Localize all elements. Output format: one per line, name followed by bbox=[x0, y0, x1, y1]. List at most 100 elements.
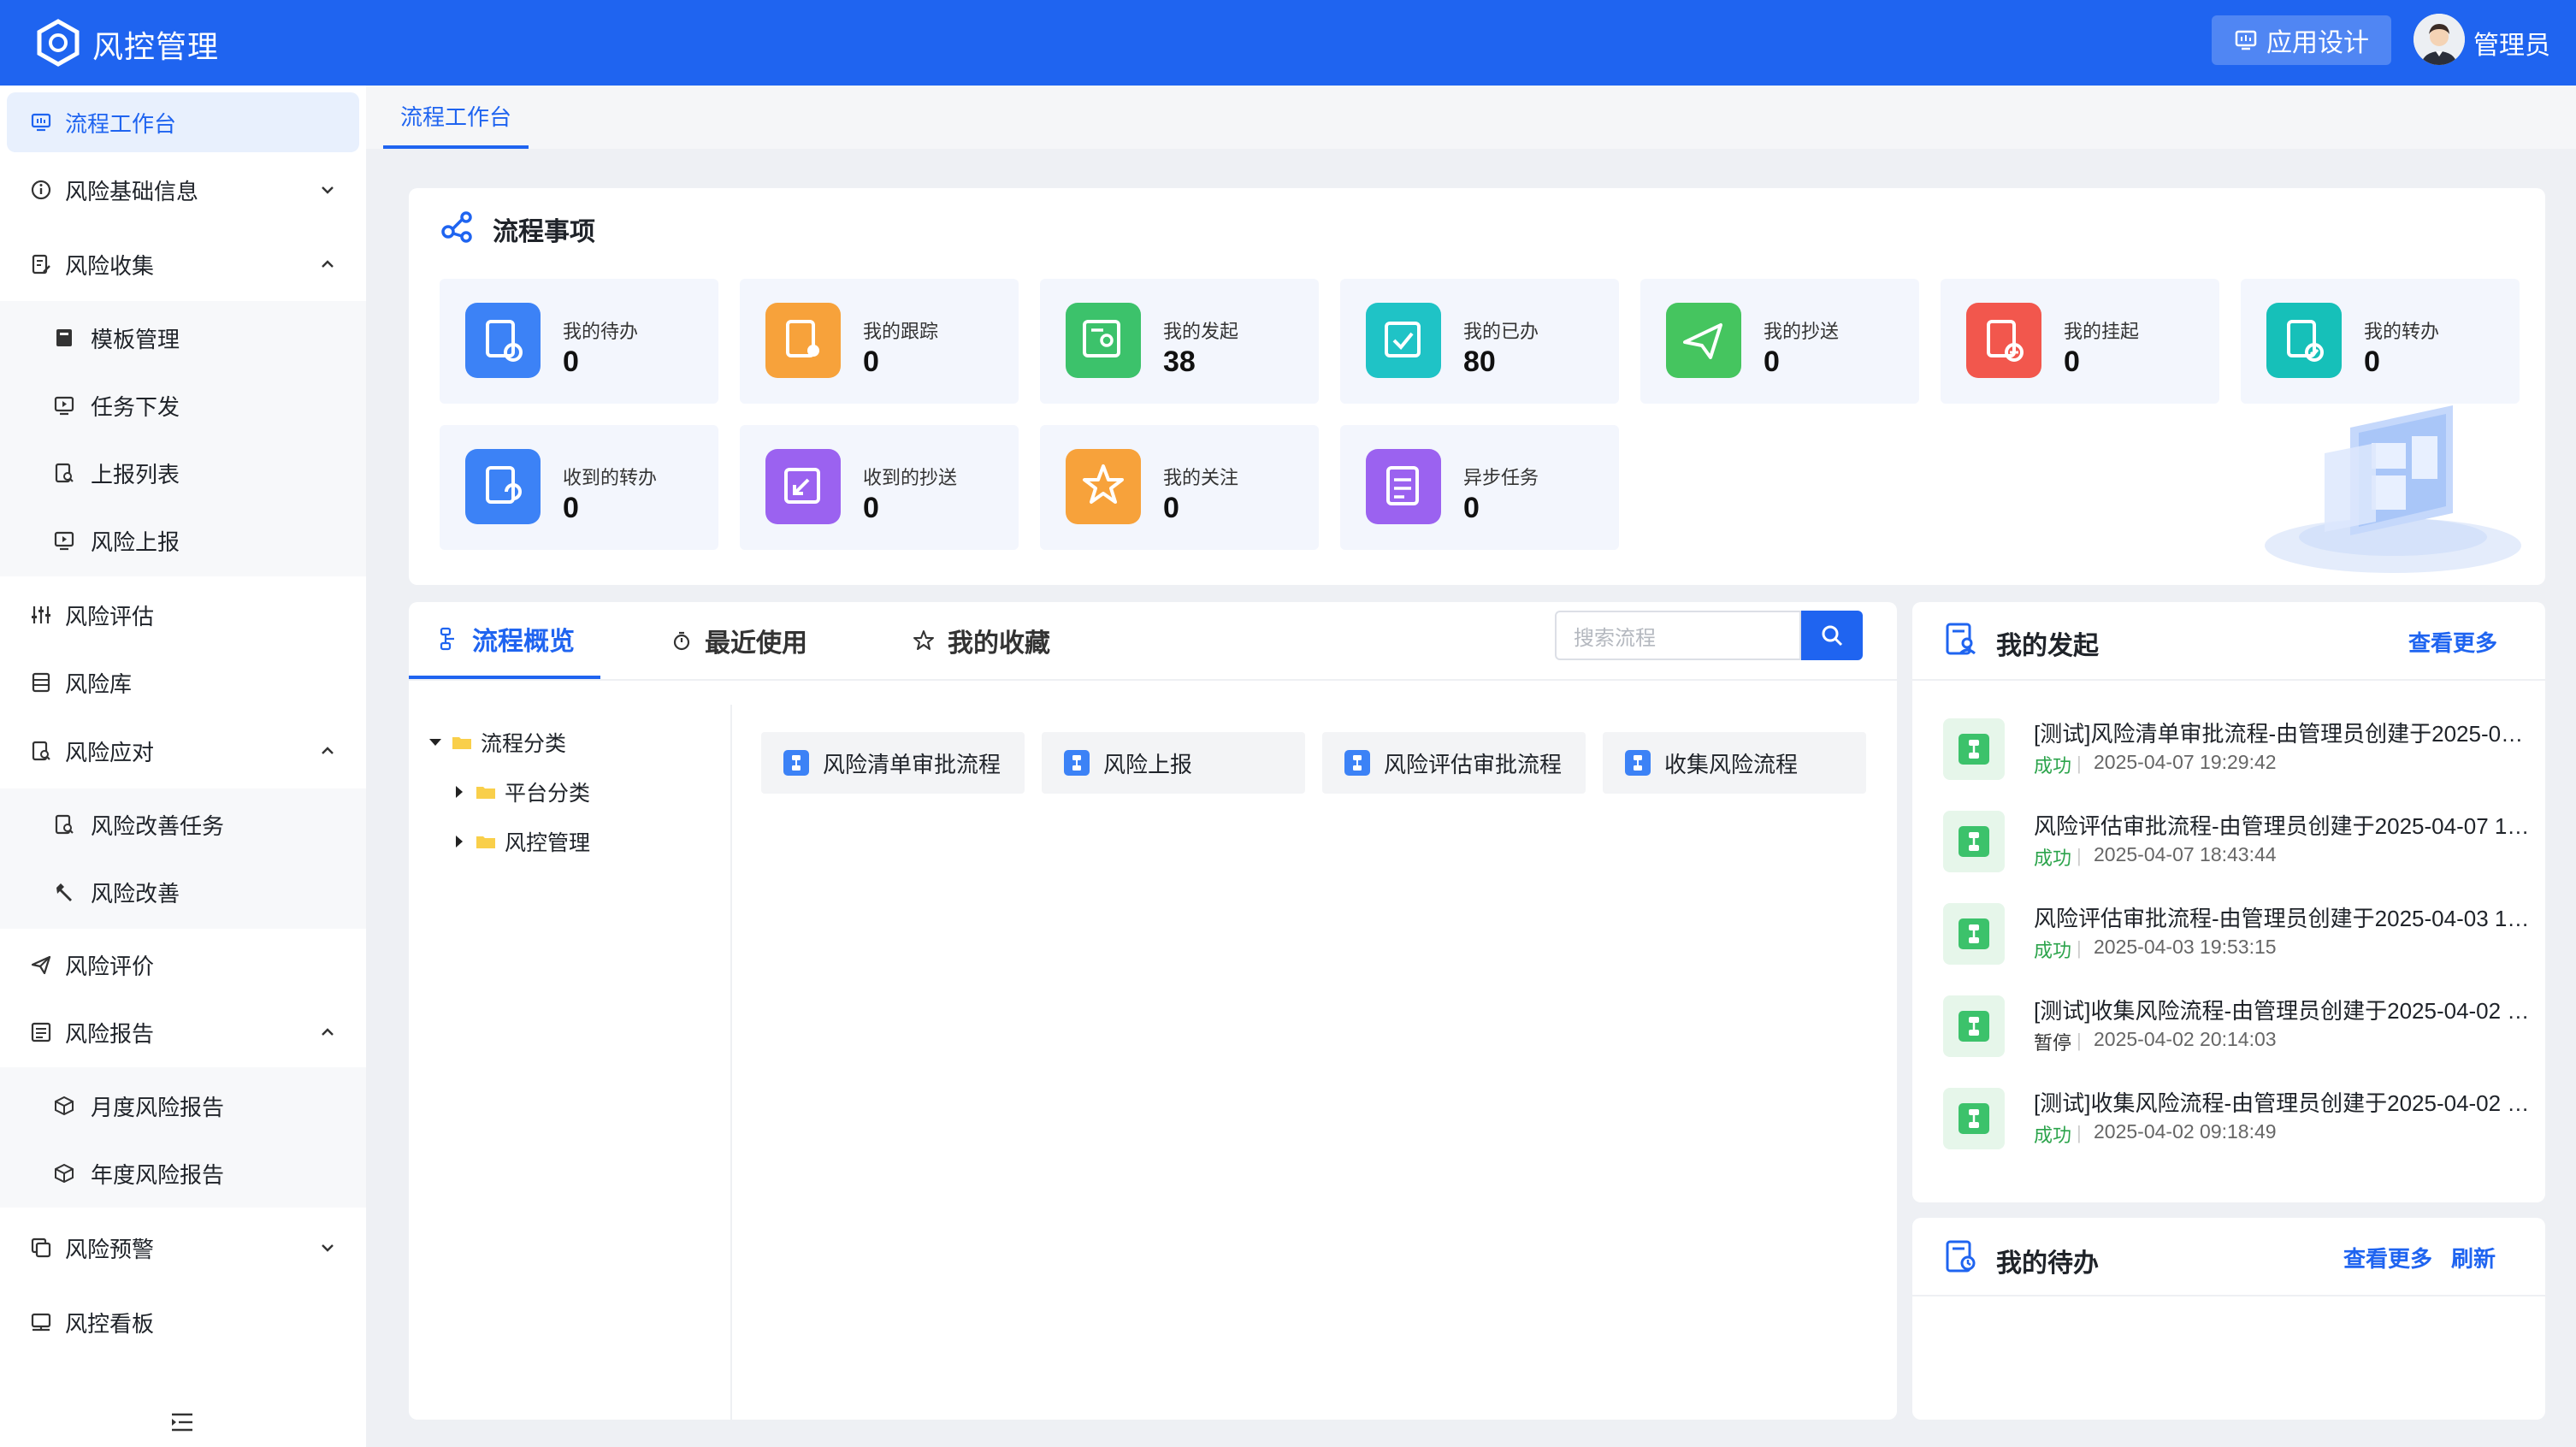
stat-tile-my-done[interactable]: 我的已办 80 bbox=[1340, 279, 1619, 404]
info-icon bbox=[31, 180, 51, 200]
sidebar-subitem-label: 任务下发 bbox=[91, 393, 180, 420]
stat-tile-my-todo[interactable]: 我的待办 0 bbox=[440, 279, 718, 404]
stat-tile-my-suspended[interactable]: 我的挂起 0 bbox=[1941, 279, 2219, 404]
stat-tile-async-task[interactable]: 异步任务 0 bbox=[1340, 425, 1619, 550]
doc-user-icon bbox=[1066, 303, 1141, 378]
tab-label: 流程概览 bbox=[472, 628, 575, 656]
my-todo-refresh-link[interactable]: 刷新 bbox=[2451, 1242, 2496, 1273]
sidebar-subitem-task-dispatch[interactable]: 任务下发 bbox=[0, 375, 366, 435]
tab-favorites[interactable]: 我的收藏 bbox=[912, 602, 1050, 679]
tree-node-platform[interactable]: 平台分类 bbox=[452, 777, 590, 807]
sidebar-item-label: 风险评价 bbox=[65, 953, 155, 979]
tree-node-root[interactable]: 流程分类 bbox=[428, 727, 566, 758]
sidebar-item-risk-report[interactable]: 风险报告 bbox=[7, 1002, 359, 1062]
sidebar-item-risk-evaluation[interactable]: 风险评价 bbox=[7, 935, 359, 995]
doc-search-icon bbox=[32, 741, 50, 761]
sidebar-subitem-report-list[interactable]: 上报列表 bbox=[0, 443, 366, 503]
doc-clock-icon bbox=[1946, 1240, 1976, 1273]
flow-chip-risk-list-approval[interactable]: 风险清单审批流程 bbox=[761, 732, 1025, 794]
flow-chip-label: 风险清单审批流程 bbox=[823, 751, 1001, 777]
flow-overview-card: 流程概览 最近使用 我的收藏 搜索流程 流程分类 平台分类 风控管理 风险清单审… bbox=[409, 602, 1897, 1420]
stat-tile-my-transfer[interactable]: 我的转办 0 bbox=[2241, 279, 2520, 404]
sidebar-item-risk-library[interactable]: 风险库 bbox=[7, 653, 359, 712]
my-todo-more-link[interactable]: 查看更多 bbox=[2343, 1242, 2432, 1273]
sidebar-item-workbench[interactable]: 流程工作台 bbox=[7, 92, 359, 152]
list-item[interactable]: [测试]收集风险流程-由管理员创建于2025-04-02 09:18:49 成功|… bbox=[1912, 1078, 2549, 1163]
sidebar-item-risk-response[interactable]: 风险应对 bbox=[7, 721, 359, 781]
status-badge: 成功 bbox=[2034, 848, 2072, 869]
user-avatar[interactable] bbox=[2414, 14, 2465, 65]
list-item-title: 风险评估审批流程-由管理员创建于2025-04-03 19:53:15 bbox=[2034, 906, 2535, 931]
my-initiated-more-link[interactable]: 查看更多 bbox=[2408, 626, 2497, 658]
stat-label: 异步任务 bbox=[1463, 467, 1539, 488]
caret-down-icon bbox=[429, 739, 441, 746]
tab-flow-overview[interactable]: 流程概览 bbox=[409, 602, 600, 679]
star-icon bbox=[1066, 449, 1141, 524]
sidebar-subitem-template-mgmt[interactable]: 模板管理 bbox=[0, 308, 366, 368]
flow-chip-risk-assess-approval[interactable]: 风险评估审批流程 bbox=[1322, 732, 1586, 794]
divider: | bbox=[2077, 753, 2082, 774]
sidebar-subitem-improve[interactable]: 风险改善 bbox=[0, 862, 366, 922]
app-logo-icon bbox=[37, 19, 80, 67]
flow-doc-icon bbox=[1943, 903, 2005, 965]
copy-icon bbox=[31, 1237, 51, 1258]
sliders-icon bbox=[32, 606, 50, 623]
list-item[interactable]: [测试]收集风险流程-由管理员创建于2025-04-02 20:14:03 暂停|… bbox=[1912, 985, 2549, 1071]
flow-doc-icon bbox=[1943, 1088, 2005, 1149]
stat-tile-my-initiated[interactable]: 我的发起 38 bbox=[1040, 279, 1319, 404]
stat-label: 我的跟踪 bbox=[863, 321, 939, 342]
tab-workbench[interactable]: 流程工作台 bbox=[383, 86, 529, 149]
stat-tile-received-transfer[interactable]: 收到的转办 0 bbox=[440, 425, 718, 550]
list-item[interactable]: 风险评估审批流程-由管理员创建于2025-04-03 19:53:15 成功 | 20… bbox=[1912, 893, 2549, 978]
sidebar-subitem-annual-report[interactable]: 年度风险报告 bbox=[0, 1143, 366, 1203]
collapse-menu-icon[interactable] bbox=[169, 1411, 195, 1433]
flow-chip-label: 收集风险流程 bbox=[1664, 751, 1799, 777]
sidebar-subitem-risk-report[interactable]: 风险上报 bbox=[0, 511, 366, 570]
folder-icon bbox=[476, 787, 495, 799]
sidebar-subitem-label: 风险改善任务 bbox=[91, 812, 225, 839]
flow-search-input[interactable]: 搜索流程 bbox=[1555, 611, 1801, 660]
board-icon bbox=[31, 1313, 51, 1332]
divider: | bbox=[2077, 1122, 2082, 1143]
tab-recent[interactable]: 最近使用 bbox=[671, 602, 807, 679]
flow-nodes-icon bbox=[441, 211, 472, 243]
tabs-divider bbox=[409, 679, 1897, 681]
flow-icon bbox=[1344, 750, 1370, 776]
sidebar-subitem-label: 年度风险报告 bbox=[91, 1161, 225, 1188]
tree-node-risk-control[interactable]: 风控管理 bbox=[452, 826, 590, 857]
star-icon bbox=[913, 630, 934, 650]
sidebar-subitem-monthly-report[interactable]: 月度风险报告 bbox=[0, 1076, 366, 1136]
status-badge: 成功 bbox=[2034, 940, 2072, 961]
sidebar-item-risk-basic-info[interactable]: 风险基础信息 bbox=[7, 160, 359, 220]
user-name[interactable]: 管理员 bbox=[2473, 24, 2550, 62]
tree-node-label: 平台分类 bbox=[505, 782, 591, 806]
flow-search-button[interactable] bbox=[1801, 611, 1863, 660]
sidebar-item-label: 风险库 bbox=[65, 670, 133, 697]
stat-tile-my-tracking[interactable]: 我的跟踪 0 bbox=[740, 279, 1019, 404]
sidebar-item-risk-board[interactable]: 风控看板 bbox=[7, 1292, 359, 1352]
app-design-button[interactable]: 应用设计 bbox=[2212, 15, 2391, 65]
stat-label: 我的抄送 bbox=[1764, 321, 1840, 342]
flow-chip-risk-report[interactable]: 风险上报 bbox=[1042, 732, 1305, 794]
flow-chip-collect-risk[interactable]: 收集风险流程 bbox=[1603, 732, 1866, 794]
tab-label: 我的收藏 bbox=[948, 629, 1050, 658]
monitor-icon bbox=[31, 113, 51, 132]
sidebar-item-risk-warning[interactable]: 风险预警 bbox=[7, 1218, 359, 1278]
doc-refresh-icon bbox=[465, 449, 541, 524]
sidebar-item-risk-assess[interactable]: 风险评估 bbox=[7, 585, 359, 645]
folder-icon bbox=[452, 737, 471, 749]
stat-label: 收到的转办 bbox=[563, 467, 658, 488]
stat-label: 收到的抄送 bbox=[863, 467, 958, 488]
list-item[interactable]: 风险评估审批流程-由管理员创建于2025-04-07 18:43:44 成功 | 20… bbox=[1912, 800, 2549, 886]
list-item[interactable]: [测试]风险清单审批流程-由管理员创建于2025-04-07 19:29:42 成… bbox=[1912, 708, 2549, 794]
timer-icon bbox=[673, 631, 690, 651]
send-icon bbox=[1666, 303, 1741, 378]
flow-doc-icon bbox=[1943, 811, 2005, 872]
sidebar-subitem-improve-task[interactable]: 风险改善任务 bbox=[0, 794, 366, 854]
stat-value: 0 bbox=[563, 492, 579, 524]
stat-tile-my-cc[interactable]: 我的抄送 0 bbox=[1640, 279, 1919, 404]
stat-tile-received-cc[interactable]: 收到的抄送 0 bbox=[740, 425, 1019, 550]
flow-items-card: 流程事项 我的待办 0 我的跟踪 0 我的发起 38 我的已办 80 我的抄送 0 我的挂起 0 我的转… bbox=[409, 188, 2545, 585]
sidebar-item-risk-collect[interactable]: 风险收集 bbox=[7, 234, 359, 294]
stat-tile-my-follow[interactable]: 我的关注 0 bbox=[1040, 425, 1319, 550]
